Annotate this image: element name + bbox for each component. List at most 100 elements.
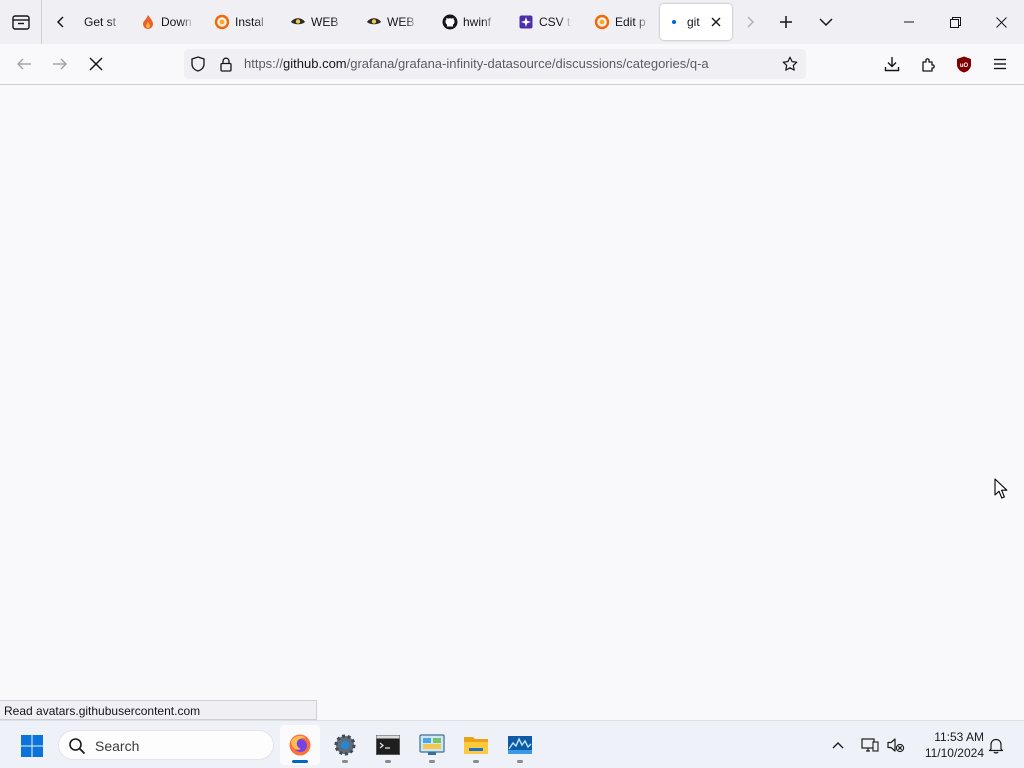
lock-icon[interactable] [218,56,234,72]
speaker-muted-icon [887,738,905,753]
taskbar-terminal[interactable] [368,725,408,765]
taskbar-settings[interactable] [325,725,365,765]
url-path: /grafana/grafana-infinity-datasource/dis… [346,56,709,71]
extensions-button[interactable] [914,50,942,78]
active-indicator [292,760,308,763]
taskbar-firefox[interactable] [280,725,320,765]
taskbar-file-explorer[interactable] [456,725,496,765]
tab-label: git [687,15,700,29]
close-icon [711,17,721,27]
github-icon [442,14,458,30]
navigation-toolbar: https://github.com/grafana/grafana-infin… [0,44,1024,85]
restore-icon [949,16,961,28]
back-button[interactable] [10,50,38,78]
app-menu-button[interactable] [986,50,1014,78]
search-icon [69,738,86,755]
ublock-origin-button[interactable]: uO [950,50,978,78]
network-display-icon [861,738,879,752]
tab-download[interactable]: Down [134,4,194,40]
star-icon [782,56,798,71]
tab-label: Get st [84,15,117,29]
taskbar-clock[interactable]: 11:53 AM 11/10/2024 [912,729,984,761]
windows-start-button[interactable] [20,734,44,758]
close-window-button[interactable] [978,0,1024,44]
close-icon [995,16,1007,28]
arrow-right-icon [53,58,67,70]
clock-time: 11:53 AM [934,730,984,744]
clock-date: 11/10/2024 [924,746,984,760]
list-all-tabs-button[interactable] [812,8,840,36]
gear-icon [334,734,356,756]
new-tab-button[interactable] [772,8,800,36]
eye-icon [366,14,382,30]
tab-label: WEB [387,15,415,29]
control-panel-icon [419,734,445,755]
puzzle-icon [922,58,935,72]
mouse-cursor-icon [994,478,1008,499]
tab-install[interactable]: Instal [208,4,270,40]
windows-taskbar: Search 11:53 AM 11/10/2024 [0,720,1024,768]
bookmark-star-button[interactable] [782,56,798,72]
taskbar-resource-monitor[interactable] [500,725,540,765]
chevron-down-icon [819,18,833,27]
csv-icon [518,14,534,30]
firefox-icon [289,734,311,756]
chevron-right-icon [747,16,755,28]
url-host: github.com [283,56,347,71]
tab-label: WEB [311,15,339,29]
tab-label: Instal [235,15,264,29]
page-content-area [0,85,1024,720]
firefox-view-icon [11,15,30,30]
running-indicator [342,760,348,763]
tab-csv[interactable]: CSV t [512,4,572,40]
url-bar[interactable]: https://github.com/grafana/grafana-infin… [184,49,806,79]
tabs-scroll-left-button[interactable] [48,8,74,36]
forward-button[interactable] [46,50,74,78]
svg-text:uO: uO [960,63,969,69]
url-scheme: https:// [244,56,284,71]
ublock-shield-icon: uO [957,56,971,72]
tray-volume-button[interactable] [884,733,908,757]
firefox-view-button[interactable] [0,0,42,44]
close-tab-button[interactable] [708,14,724,30]
tab-web-1[interactable]: WEB [284,4,346,40]
restore-button[interactable] [932,0,978,44]
tray-network-button[interactable] [858,733,882,757]
minimize-icon [904,21,914,23]
notifications-button[interactable] [984,733,1008,757]
tab-label: Edit p [615,15,646,29]
tracking-protection-shield-icon[interactable] [190,56,206,72]
tab-get-started[interactable]: Get st [78,4,124,40]
tab-strip: Get st Down Instal WEB WEB hwinf CSV t E… [0,0,1024,44]
download-icon [884,57,900,72]
chevron-up-icon [832,742,844,749]
minimize-button[interactable] [886,0,932,44]
hamburger-menu-icon [994,58,1006,70]
tab-hwinfo[interactable]: hwinf [436,4,496,40]
loading-dot-icon [666,14,682,30]
tabs-scroll-right-button[interactable] [736,8,764,36]
show-hidden-icons-button[interactable] [826,733,850,757]
tab-label: CSV t [539,15,571,29]
search-placeholder: Search [95,738,140,754]
plus-icon [780,16,792,28]
downloads-button[interactable] [878,50,906,78]
terminal-icon [376,735,400,755]
tab-label: Down [161,15,192,29]
stop-icon [89,57,103,71]
arrow-left-icon [17,58,31,70]
bell-icon [988,738,1004,753]
tab-web-2[interactable]: WEB [360,4,418,40]
folder-icon [464,737,488,754]
tab-edit[interactable]: Edit p [588,4,650,40]
stop-loading-button[interactable] [82,50,110,78]
eye-icon [290,14,306,30]
grafana-icon [214,14,230,30]
tab-label: hwinf [463,15,492,29]
taskbar-control-panel[interactable] [412,725,452,765]
url-text[interactable]: https://github.com/grafana/grafana-infin… [244,56,764,71]
running-indicator [517,760,523,763]
running-indicator [385,760,391,763]
tab-github-active[interactable]: git [660,4,732,40]
taskbar-search-box[interactable]: Search [58,730,274,760]
